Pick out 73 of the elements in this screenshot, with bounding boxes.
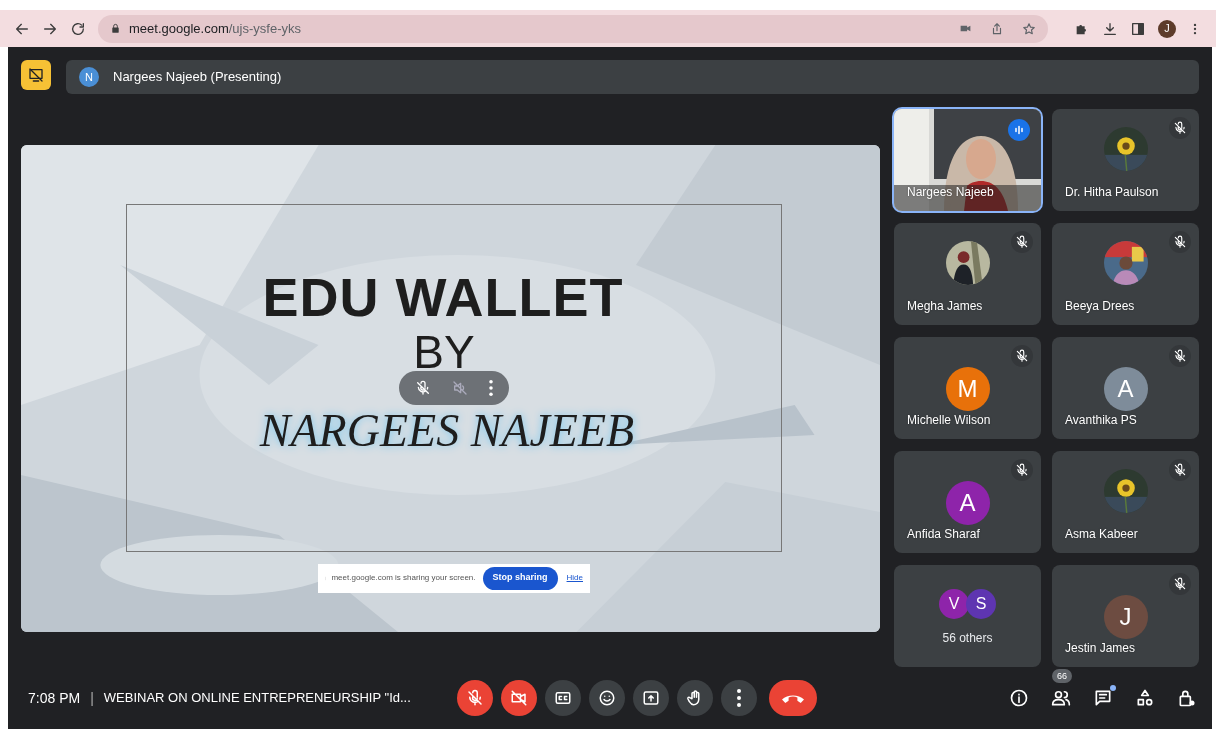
avatar: M [945, 367, 990, 411]
stop-sharing-button[interactable]: Stop sharing [482, 566, 558, 590]
sharing-notice-text: meet.google.com is sharing your screen. [331, 572, 476, 584]
side-panel-icon [1130, 20, 1146, 37]
participant-tile[interactable]: Asma Kabeer [1052, 451, 1199, 553]
participant-tile[interactable]: Dr. Hitha Paulson [1052, 109, 1199, 211]
microphone-off-icon [415, 379, 432, 396]
camera-off-icon [510, 689, 528, 707]
present-button[interactable] [633, 680, 669, 716]
microphone-button[interactable] [457, 680, 493, 716]
captions-button[interactable] [545, 680, 581, 716]
slide-author: NARGEES NAJEEB [259, 404, 635, 457]
audio-level-icon [1013, 124, 1025, 136]
lock-icon [1177, 688, 1197, 708]
participant-name: Dr. Hitha Paulson [1065, 184, 1159, 201]
separator: | [90, 688, 94, 708]
slide-subtitle: BY [413, 326, 475, 377]
participant-count-badge: 66 [1052, 669, 1072, 683]
microphone-off-icon [466, 689, 484, 707]
screen-off-icon [28, 67, 44, 83]
reload-icon [70, 20, 86, 37]
captions-icon [554, 689, 572, 707]
participant-name: Beeya Drees [1065, 298, 1135, 315]
info-icon [1009, 688, 1029, 708]
lock-icon [110, 23, 121, 34]
profile-avatar[interactable]: J [1158, 19, 1176, 38]
participant-name: Nargees Najeeb [907, 184, 994, 201]
meeting-time: 7:08 PM [28, 688, 81, 708]
avatar: J [1103, 595, 1148, 639]
leave-call-button[interactable] [769, 680, 817, 716]
participant-tile[interactable]: M Michelle Wilson [894, 337, 1041, 439]
download-icon [1102, 20, 1118, 37]
participant-tile[interactable]: A Avanthika PS [1052, 337, 1199, 439]
people-icon [1051, 688, 1071, 708]
participant-name: Michelle Wilson [907, 412, 991, 429]
speaker-off-icon [452, 379, 468, 396]
participant-tile[interactable]: A Anfida Sharaf [894, 451, 1041, 553]
presenter-avatar: N [79, 67, 99, 87]
address-bar[interactable]: meet.google.com/ujs-ysfe-yks [98, 14, 1048, 43]
url-text: meet.google.com/ujs-ysfe-yks [129, 19, 301, 38]
participant-tile[interactable]: V S 56 others [894, 565, 1041, 667]
participant-name: Avanthika PS [1065, 412, 1137, 429]
shapes-icon [1135, 688, 1155, 708]
reactions-button[interactable] [589, 680, 625, 716]
more-options-button[interactable] [721, 680, 757, 716]
participant-name: Asma Kabeer [1065, 526, 1138, 543]
participant-name: Jestin James [1065, 640, 1136, 657]
avatar: A [945, 481, 990, 525]
participant-name: Megha James [907, 298, 983, 315]
meeting-details-button[interactable] [1008, 687, 1030, 709]
emoji-icon [598, 689, 616, 707]
slide-title: EDU WALLET [262, 266, 624, 327]
participant-tile[interactable]: J Jestin James [1052, 565, 1199, 667]
meeting-title: WEBINAR ON ONLINE ENTREPRENEURSHIP "Id... [103, 689, 411, 708]
star-icon [1022, 21, 1036, 36]
camera-button[interactable] [501, 680, 537, 716]
present-screen-icon [642, 689, 660, 707]
share-icon [990, 21, 1004, 36]
stop-presenting-button[interactable] [21, 60, 51, 90]
more-icon [737, 689, 741, 707]
avatar: S [966, 589, 996, 619]
participant-tile[interactable]: Megha James [894, 223, 1041, 325]
avatar: V [939, 589, 969, 619]
chat-icon [1093, 688, 1113, 708]
participant-name: Anfida Sharaf [907, 526, 980, 543]
more-icon [488, 379, 493, 396]
participant-tile[interactable]: Nargees Najeeb [894, 109, 1041, 211]
others-count: 56 others [941, 630, 994, 647]
hide-link[interactable]: Hide [566, 572, 583, 584]
avatar: A [1103, 367, 1148, 411]
participant-tile[interactable]: Beeya Drees [1052, 223, 1199, 325]
raise-hand-button[interactable] [677, 680, 713, 716]
presenter-label: Nargees Najeeb (Presenting) [113, 68, 282, 87]
